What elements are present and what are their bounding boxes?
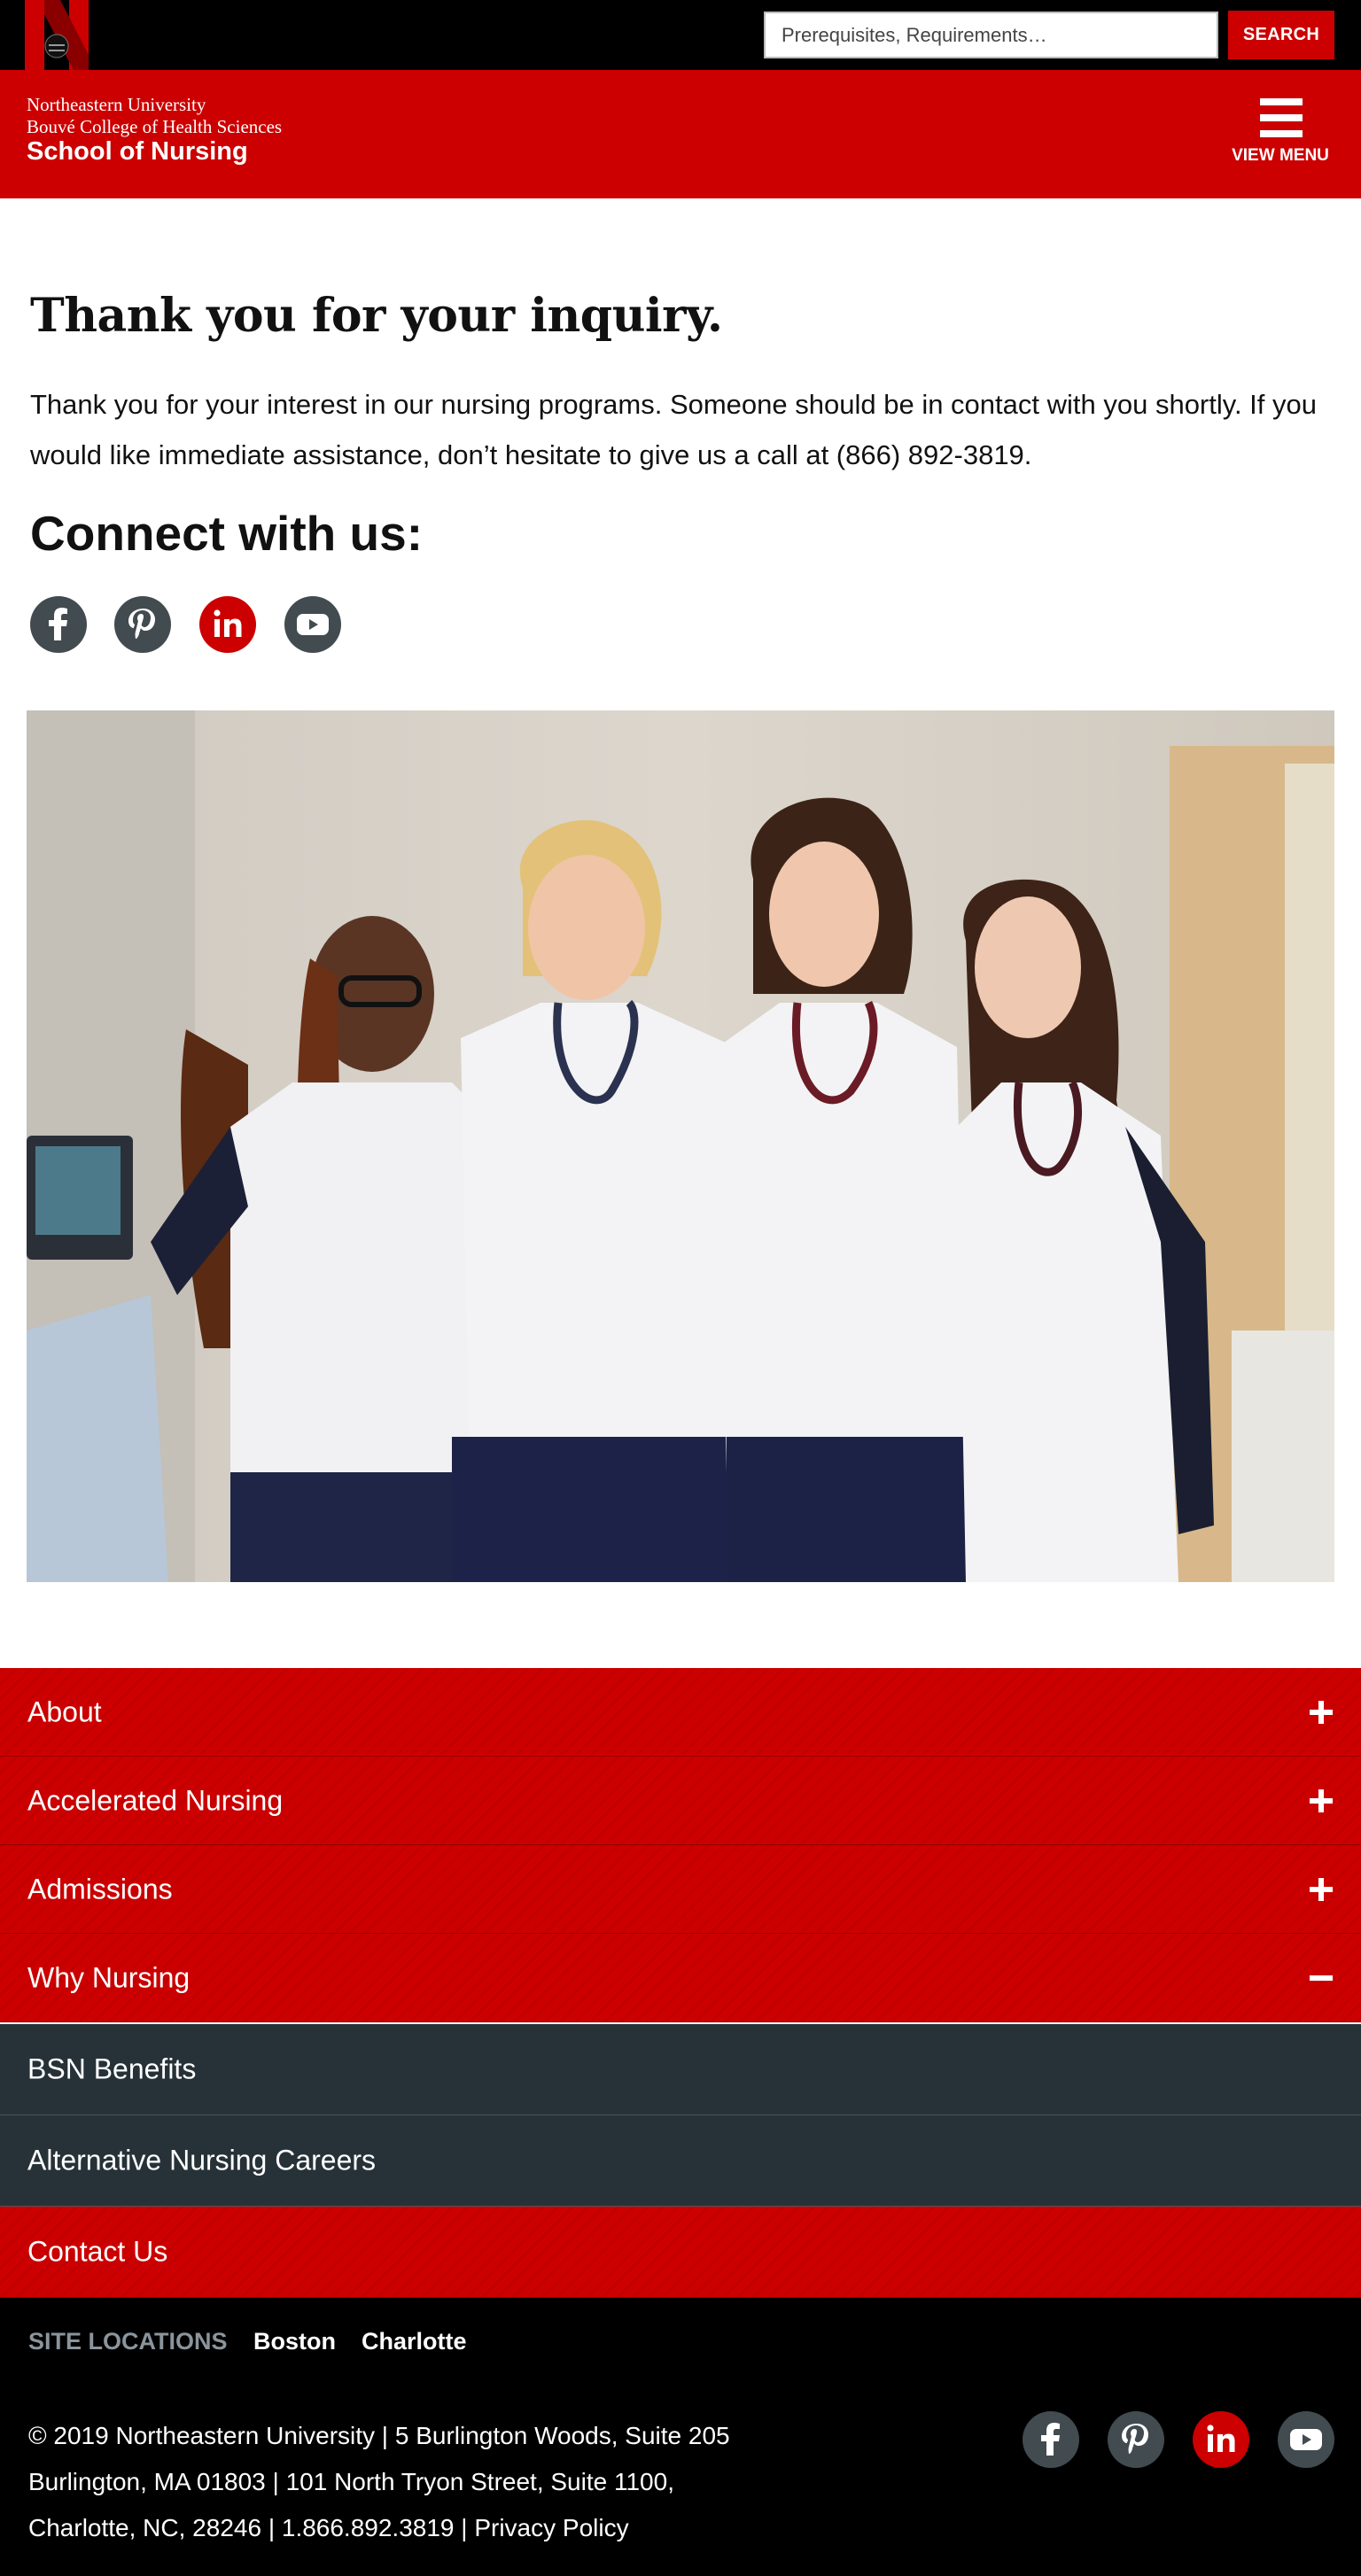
nav-item-admissions[interactable]: Admissions — [0, 1845, 1361, 1934]
linkedin-link[interactable] — [199, 596, 256, 653]
view-menu-button[interactable]: VIEW MENU — [1223, 97, 1338, 176]
nav-item-about[interactable]: About — [0, 1668, 1361, 1757]
plus-icon[interactable] — [1310, 1877, 1333, 1901]
facebook-icon — [1023, 2411, 1079, 2468]
nav-item-contact-us[interactable]: Contact Us — [0, 2207, 1361, 2298]
nav-item-why-nursing[interactable]: Why Nursing — [0, 1934, 1361, 2022]
nav-item-label: Contact Us — [27, 2235, 168, 2268]
nav-item-accelerated-nursing[interactable]: Accelerated Nursing — [0, 1757, 1361, 1845]
nav-item-label: Alternative Nursing Careers — [27, 2144, 377, 2176]
footer-pinterest-link[interactable] — [1108, 2411, 1164, 2468]
footer-youtube-link[interactable] — [1278, 2411, 1334, 2468]
page-title: Thank you for your inquiry. — [30, 289, 723, 343]
search-input[interactable] — [764, 12, 1218, 58]
facebook-link[interactable] — [30, 596, 87, 653]
facebook-icon — [30, 596, 87, 653]
pinterest-icon — [114, 596, 171, 653]
nav-item-label: About — [27, 1695, 102, 1727]
site-header: Northeastern University Bouvé College of… — [0, 70, 1361, 198]
plus-icon[interactable] — [1310, 1700, 1333, 1724]
search-button[interactable]: SEARCH — [1228, 11, 1334, 59]
hamburger-icon — [1260, 98, 1303, 137]
pinterest-icon — [1108, 2411, 1164, 2468]
top-bar: SEARCH — [0, 0, 1361, 70]
nursing-students-photo — [27, 710, 1334, 1582]
plus-icon[interactable] — [1310, 1788, 1333, 1812]
footer-linkedin-link[interactable] — [1193, 2411, 1249, 2468]
subnav-item-alternative-nursing-careers[interactable]: Alternative Nursing Careers — [0, 2115, 1361, 2207]
location-link-boston[interactable]: Boston — [253, 2328, 336, 2355]
northeastern-logo[interactable] — [25, 0, 112, 70]
minus-icon[interactable] — [1310, 1967, 1333, 1990]
connect-heading: Connect with us: — [30, 506, 424, 561]
intro-paragraph: Thank you for your interest in our nursi… — [30, 389, 1318, 470]
college-name[interactable]: Bouvé College of Health Sciences — [27, 116, 282, 138]
youtube-icon — [1278, 2411, 1334, 2468]
footer-address: © 2019 Northeastern University | 5 Burli… — [28, 2422, 730, 2541]
youtube-link[interactable] — [284, 596, 341, 653]
youtube-icon — [284, 596, 341, 653]
nav-item-label: Admissions — [27, 1873, 173, 1905]
pinterest-link[interactable] — [114, 596, 171, 653]
view-menu-label: VIEW MENU — [1232, 146, 1329, 165]
nav-item-label: BSN Benefits — [27, 2052, 197, 2085]
site-footer: SITE LOCATIONS Boston Charlotte © 2019 N… — [0, 2298, 1361, 2576]
linkedin-icon — [1193, 2411, 1249, 2468]
site-locations-label: SITE LOCATIONS — [28, 2328, 228, 2355]
linkedin-icon — [199, 596, 256, 653]
subnav-item-bsn-benefits[interactable]: BSN Benefits — [0, 2024, 1361, 2115]
university-name[interactable]: Northeastern University — [27, 94, 206, 116]
nav-item-label: Why Nursing — [27, 1961, 191, 1993]
location-link-charlotte[interactable]: Charlotte — [362, 2328, 467, 2355]
footer-facebook-link[interactable] — [1023, 2411, 1079, 2468]
nav-item-label: Accelerated Nursing — [27, 1784, 284, 1816]
school-name[interactable]: School of Nursing — [27, 137, 248, 167]
